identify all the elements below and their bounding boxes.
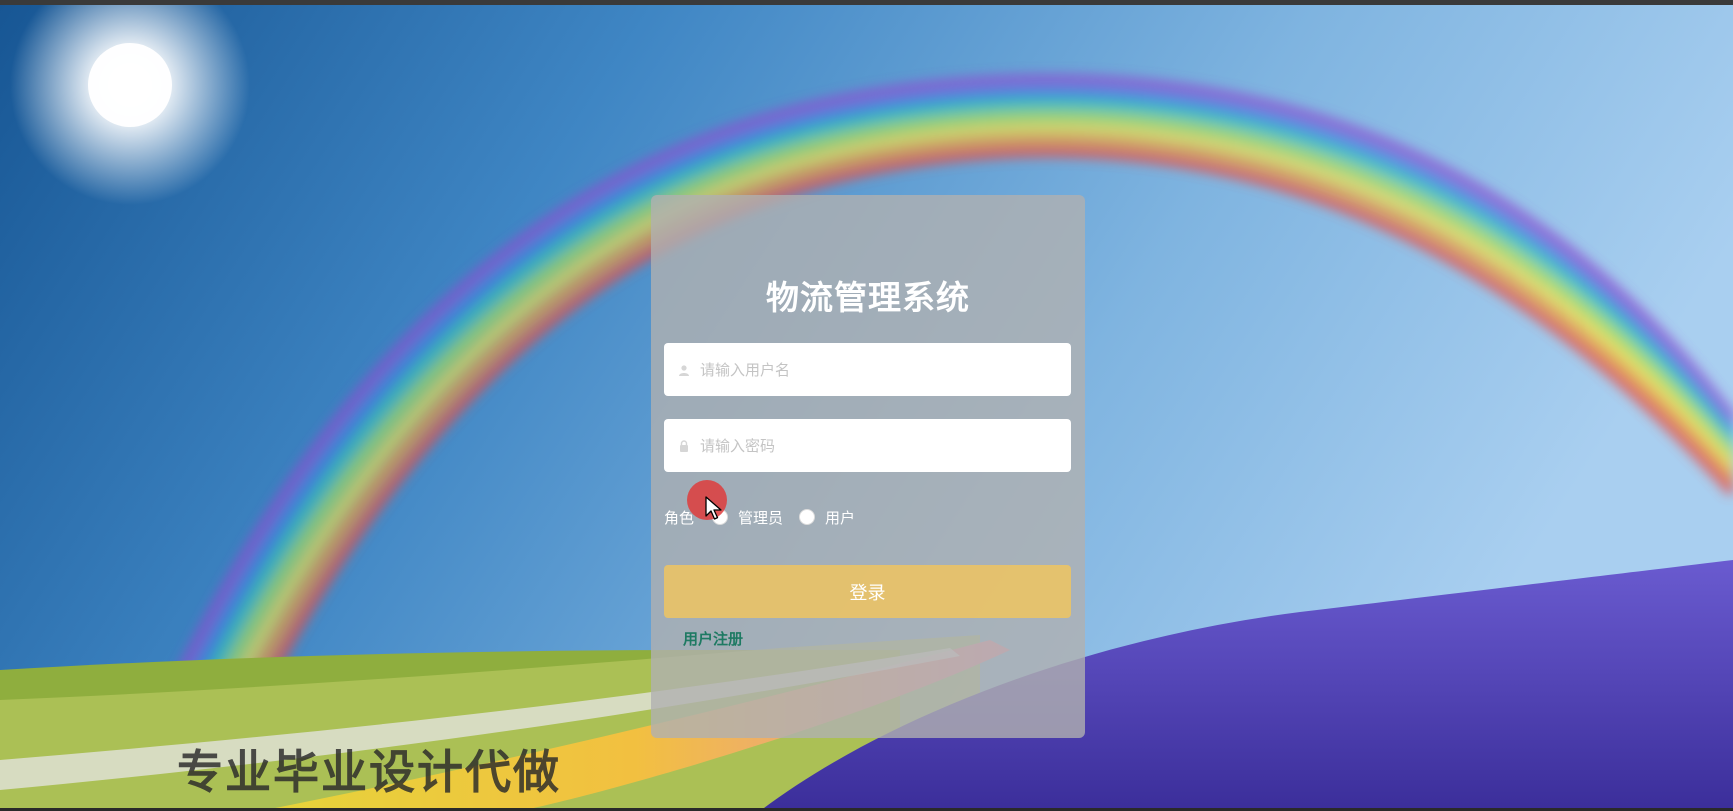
- role-user-radio[interactable]: [799, 509, 816, 525]
- role-user-label: 用户: [825, 508, 856, 527]
- watermark-text: 专业毕业设计代做: [177, 745, 561, 799]
- login-button[interactable]: 登录: [664, 565, 1071, 618]
- login-title: 物流管理系统: [766, 278, 970, 317]
- register-link[interactable]: 用户注册: [683, 628, 743, 649]
- mouse-pointer-icon: [705, 496, 722, 520]
- window-top-bar: [0, 0, 1733, 5]
- role-option-user[interactable]: 用户: [799, 507, 855, 528]
- role-admin-label: 管理员: [738, 508, 784, 527]
- user-icon: [678, 364, 690, 376]
- login-page: 物流管理系统 角色 管理员 用户 登录 用户注册: [0, 0, 1733, 811]
- lock-icon: [678, 439, 690, 452]
- username-input[interactable]: [698, 348, 1062, 391]
- password-field[interactable]: [664, 419, 1071, 472]
- password-input[interactable]: [698, 424, 1062, 467]
- username-field[interactable]: [664, 343, 1071, 396]
- login-card: 物流管理系统 角色 管理员 用户 登录 用户注册: [651, 195, 1085, 738]
